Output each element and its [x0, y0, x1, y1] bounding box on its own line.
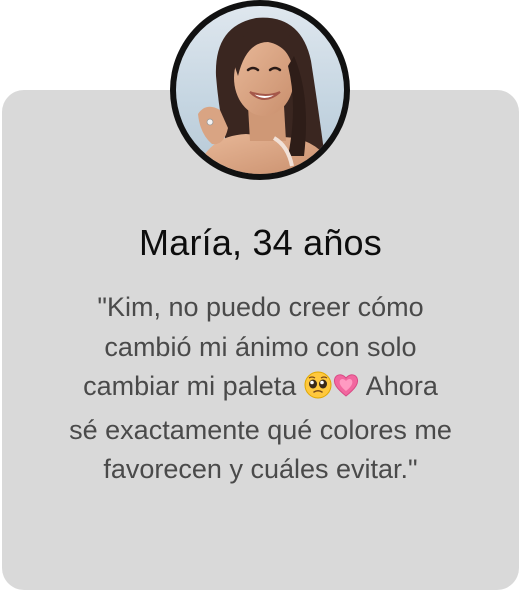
- testimonial-name: María, 34 años: [139, 222, 382, 263]
- quote-line: sé exactamente qué colores me: [69, 414, 452, 445]
- growing-heart-icon: [332, 371, 360, 411]
- quote-line: favorecen y cuáles evitar.": [103, 454, 418, 484]
- testimonial-quote: "Kim, no puedo creer cómo cambió mi ánim…: [30, 288, 491, 490]
- avatar: [170, 0, 350, 180]
- quote-line-part: Ahora: [365, 371, 438, 401]
- pleading-face-icon: [304, 371, 332, 411]
- avatar-photo: [176, 6, 344, 174]
- quote-line: "Kim, no puedo creer cómo: [97, 292, 424, 322]
- quote-line: cambiar mi paleta Ahora: [30, 367, 491, 411]
- quote-line: cambió mi ánimo con solo: [104, 331, 417, 362]
- quote-line-part: cambiar mi paleta: [83, 371, 297, 401]
